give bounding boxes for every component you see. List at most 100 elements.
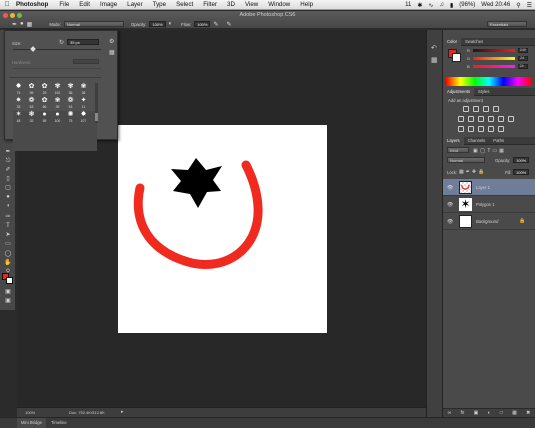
visibility-eye-icon[interactable]: 👁 bbox=[447, 185, 453, 191]
type-icon[interactable]: T bbox=[3, 222, 13, 230]
size-field[interactable]: 35 px bbox=[67, 39, 99, 45]
size-slider[interactable] bbox=[13, 49, 101, 50]
blue-value[interactable]: 24 bbox=[517, 64, 528, 69]
visibility-eye-icon[interactable]: 👁 bbox=[447, 219, 453, 225]
brush-tip[interactable]: ● 55 bbox=[39, 111, 50, 124]
color-spectrum[interactable] bbox=[446, 77, 532, 86]
menu-type[interactable]: Type bbox=[148, 1, 171, 8]
layer-row-background[interactable]: 👁 Background 🔒 bbox=[443, 213, 535, 230]
trash-icon[interactable]: ✖ bbox=[526, 410, 530, 416]
menu-3d[interactable]: 3D bbox=[222, 1, 240, 8]
list-icon[interactable]: ☰ bbox=[527, 2, 532, 9]
hardness-field[interactable] bbox=[73, 59, 99, 64]
adjustment-layer-icon[interactable]: ◐ bbox=[488, 410, 491, 416]
pressure-size-icon[interactable]: ✎ bbox=[226, 21, 231, 28]
brush-tip[interactable]: ❁ 63 bbox=[65, 97, 76, 110]
green-value[interactable]: 24 bbox=[518, 56, 529, 61]
visibility-eye-icon[interactable]: 👁 bbox=[447, 202, 453, 208]
dodge-icon[interactable]: ◖ bbox=[3, 202, 13, 210]
opacity-field[interactable]: 100% bbox=[149, 21, 166, 27]
brush-tip[interactable]: ❀ 36 bbox=[78, 83, 89, 96]
menubar-clock[interactable]: Wed 20:46 bbox=[481, 2, 510, 8]
bluetooth-icon[interactable]: ✱ bbox=[417, 2, 422, 9]
menu-filter[interactable]: Filter bbox=[198, 1, 222, 8]
brightness-contrast-icon[interactable] bbox=[463, 106, 469, 112]
layer-filter-icons[interactable]: ▣◯T▭▦ bbox=[473, 148, 506, 154]
new-layer-icon[interactable]: ▦ bbox=[512, 410, 517, 416]
airbrush-icon[interactable]: ✎ bbox=[213, 21, 218, 28]
fx-icon[interactable]: fx bbox=[460, 410, 464, 416]
menu-help[interactable]: Help bbox=[295, 1, 318, 8]
clone-stamp-icon[interactable]: ⎋ bbox=[3, 157, 13, 165]
spotlight-icon[interactable]: ⚲ bbox=[516, 2, 520, 9]
fill-field[interactable]: 100% bbox=[513, 169, 530, 175]
3d-icon[interactable]: ◯ bbox=[3, 250, 13, 258]
brush-tip[interactable]: ❁ 63 bbox=[26, 97, 37, 110]
brush-tip[interactable]: ✿ 66 bbox=[39, 97, 50, 110]
brush-tip[interactable]: ✷ 33 bbox=[13, 97, 24, 110]
quick-mask-icon[interactable]: ▣ bbox=[3, 288, 13, 296]
blur-icon[interactable]: ● bbox=[3, 193, 13, 201]
lock-icons[interactable]: ▦✒✚🔒 bbox=[459, 169, 486, 175]
zoom-level[interactable]: 100% bbox=[25, 410, 35, 415]
flow-field[interactable]: 100% bbox=[194, 21, 211, 27]
gradient-map-icon[interactable] bbox=[488, 126, 494, 132]
kind-filter-dropdown[interactable]: Kind bbox=[447, 147, 469, 153]
menu-layer[interactable]: Layer bbox=[122, 1, 147, 8]
brush-tip[interactable]: ✸ 74 bbox=[13, 83, 24, 96]
size-slider-thumb[interactable] bbox=[30, 46, 36, 52]
brush-tip[interactable]: ✿ 29 bbox=[39, 83, 50, 96]
add-mask-icon[interactable]: ▣ bbox=[474, 410, 479, 416]
posterize-icon[interactable] bbox=[468, 126, 474, 132]
photo-filter-icon[interactable] bbox=[498, 116, 504, 122]
menu-image[interactable]: Image bbox=[95, 1, 122, 8]
volume-icon[interactable]: ♫ bbox=[439, 2, 444, 8]
hardness-slider[interactable] bbox=[13, 68, 101, 69]
layer-name[interactable]: Polygon 1 bbox=[476, 202, 495, 207]
tab-mini-bridge[interactable]: Mini Bridge bbox=[17, 418, 46, 428]
layer-row-polygon-1[interactable]: 👁 ✶ Polygon 1 bbox=[443, 196, 535, 213]
eraser-icon[interactable]: ▯ bbox=[3, 175, 13, 183]
pressure-opacity-icon[interactable]: ◐ bbox=[169, 21, 173, 27]
layer-opacity-field[interactable]: 100% bbox=[513, 157, 530, 163]
history-brush-icon[interactable]: ✐ bbox=[3, 166, 13, 174]
brush-tip[interactable]: ✾ 36 bbox=[65, 83, 76, 96]
curves-icon[interactable] bbox=[483, 106, 489, 112]
brush-tip[interactable]: ❀ 39 bbox=[52, 97, 63, 110]
color-balance-icon[interactable] bbox=[478, 116, 484, 122]
tab-channels[interactable]: Channels bbox=[464, 138, 490, 143]
tips-scrollbar[interactable] bbox=[95, 83, 98, 123]
tips-scrollbar-thumb[interactable] bbox=[95, 113, 98, 121]
workspace-dropdown[interactable]: Essentials bbox=[487, 21, 527, 27]
status-badge[interactable]: 11 bbox=[405, 2, 411, 8]
properties-icon[interactable]: ▦ bbox=[431, 56, 438, 64]
path-select-icon[interactable]: ➤ bbox=[3, 231, 13, 239]
gradient-icon[interactable]: ▢ bbox=[3, 184, 13, 192]
red-value[interactable]: 249 bbox=[517, 48, 528, 53]
brush-tool-icon[interactable]: ✒ bbox=[3, 148, 13, 156]
layer-name[interactable]: Layer 1 bbox=[476, 185, 490, 190]
levels-icon[interactable] bbox=[473, 106, 479, 112]
new-group-icon[interactable]: □ bbox=[500, 410, 503, 416]
menu-edit[interactable]: Edit bbox=[74, 1, 95, 8]
layer-name[interactable]: Background bbox=[476, 219, 498, 224]
tab-styles[interactable]: Styles bbox=[474, 89, 493, 94]
apple-icon[interactable]:  bbox=[0, 1, 14, 8]
link-layers-icon[interactable]: ∞ bbox=[448, 410, 452, 416]
reset-size-icon[interactable]: ↻ bbox=[59, 39, 64, 46]
red-slider[interactable] bbox=[472, 49, 515, 52]
vibrance-icon[interactable] bbox=[458, 116, 464, 122]
tab-paths[interactable]: Paths bbox=[489, 138, 508, 143]
tab-adjustments[interactable]: Adjustments bbox=[443, 87, 475, 96]
brush-tip[interactable]: ✾ 192 bbox=[52, 83, 63, 96]
menu-select[interactable]: Select bbox=[171, 1, 198, 8]
brush-tip[interactable]: ✺ 75 bbox=[65, 111, 76, 124]
brush-tip[interactable]: ✸ 107 bbox=[78, 111, 89, 124]
hand-icon[interactable]: ✋ bbox=[3, 259, 13, 267]
brush-size-icon[interactable]: ● bbox=[20, 21, 24, 27]
wifi-icon[interactable]: ∿ bbox=[428, 2, 433, 9]
brush-tip[interactable]: ✿ 95 bbox=[26, 83, 37, 96]
hue-saturation-icon[interactable] bbox=[468, 116, 474, 122]
brush-tip[interactable]: ● 100 bbox=[52, 111, 63, 124]
battery-icon[interactable]: ▮ bbox=[450, 2, 453, 9]
